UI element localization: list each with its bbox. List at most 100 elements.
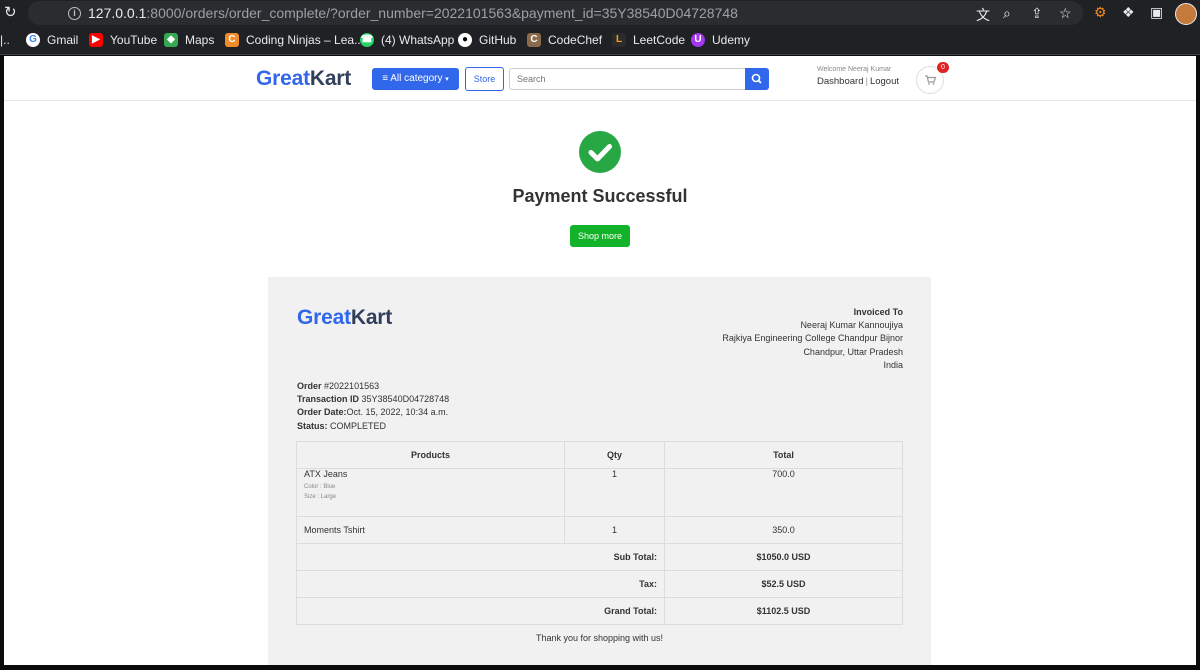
transaction-id: 35Y38540D04728748 [361, 394, 450, 405]
order-status: COMPLETED [330, 420, 387, 431]
cart-count-badge: 0 [937, 62, 949, 73]
grand-total-label: Grand Total: [296, 597, 665, 625]
subtotal-value: $1050.0 USD [664, 543, 903, 571]
bookmark-label: YouTube [110, 33, 158, 47]
column-header-products: Products [296, 441, 565, 469]
whatsapp-icon: ☎ [360, 33, 374, 47]
total-cell: 700.0 [664, 468, 903, 517]
status-label: Status: [297, 420, 328, 431]
table-row: Moments Tshirt 1 350.0 [296, 516, 903, 544]
search-button[interactable] [745, 68, 769, 90]
search-icon [751, 73, 762, 84]
link-separator: | [865, 76, 868, 87]
bookmark-label: Maps [185, 33, 215, 47]
address-line: Rajkiya Engineering College Chandpur Bij… [722, 333, 903, 344]
logout-link[interactable]: Logout [870, 76, 899, 87]
tax-value: $52.5 USD [664, 570, 903, 598]
caret-down-icon: ▾ [445, 76, 449, 83]
product-name: ATX Jeans [304, 469, 348, 479]
subtotal-label: Sub Total: [296, 543, 665, 571]
bookmark-label: GitHub [479, 33, 517, 47]
bookmark-label: Gmail [47, 33, 79, 47]
total-cell: 350.0 [664, 516, 903, 544]
bookmark-leetcode[interactable]: L LeetCode [612, 33, 685, 47]
codechef-icon: C [527, 33, 541, 47]
bookmark-label: Coding Ninjas – Lea... [246, 33, 365, 47]
bookmarks-bar: |.. G Gmail ▶ YouTube ◆ Maps C Coding Ninjas… [0, 28, 1200, 55]
order-label: Order [297, 381, 322, 391]
address-line: India [883, 359, 903, 370]
table-row: ATX Jeans Color : Blue Size : Large 1 70… [296, 468, 903, 517]
url-text[interactable]: 127.0.0.1:8000/orders/order_complete/?or… [88, 5, 738, 21]
order-number: #2022101563 [324, 381, 380, 391]
side-panel-icon[interactable]: ▣ [1150, 4, 1163, 21]
address-bar[interactable]: i 127.0.0.1:8000/orders/order_complete/?… [28, 1, 1083, 25]
product-size: Size : Large [304, 494, 337, 500]
invoice-logo: GreatKart [297, 306, 392, 330]
dashboard-link[interactable]: Dashboard [817, 76, 863, 87]
page-content: GreatKart ≡ All category ▾ Store Welcome… [4, 56, 1196, 665]
logo-part-1: Great [256, 67, 310, 90]
invoiced-to-heading: Invoiced To [853, 307, 903, 317]
site-info-icon[interactable]: i [68, 7, 81, 20]
translate-icon[interactable]: 文 [976, 5, 990, 25]
tax-label: Tax: [296, 570, 665, 598]
qty-cell: 1 [564, 468, 665, 517]
youtube-icon: ▶ [89, 33, 103, 47]
bookmark-label: Udemy [712, 33, 751, 47]
bookmark-overflow[interactable]: |.. [0, 33, 10, 47]
bookmark-label: CodeChef [548, 33, 603, 47]
transaction-row: Transaction ID 35Y38540D04728748 [297, 393, 449, 406]
bookmark-label: LeetCode [633, 33, 686, 47]
shop-more-button[interactable]: Shop more [570, 225, 630, 247]
bookmark-github[interactable]: ● GitHub [458, 33, 516, 47]
logo-part-1: Great [297, 306, 351, 329]
bookmark-whatsapp[interactable]: ☎ (4) WhatsApp [360, 33, 454, 47]
all-category-button[interactable]: ≡ All category ▾ [372, 68, 459, 90]
menu-icon: ≡ [382, 73, 389, 84]
zoom-icon[interactable]: ⌕ [1003, 5, 1011, 22]
maps-icon: ◆ [164, 33, 178, 47]
subtotal-row: Sub Total: $1050.0 USD [296, 543, 903, 571]
url-path: :8000/orders/order_complete/?order_numbe… [146, 5, 738, 21]
bookmark-gmail[interactable]: G Gmail [26, 33, 78, 47]
tax-row: Tax: $52.5 USD [296, 570, 903, 598]
udemy-icon: U [691, 33, 705, 47]
product-color: Color : Blue [304, 484, 336, 490]
bookmark-label: (4) WhatsApp [381, 33, 455, 47]
column-header-qty: Qty [564, 441, 665, 469]
logo-part-2: Kart [350, 306, 393, 329]
gmail-icon: G [26, 33, 40, 47]
search-input[interactable] [509, 68, 753, 90]
table-header-row: Products Qty Total [296, 441, 903, 469]
cookie-extension-icon[interactable]: ⚙ [1094, 4, 1107, 21]
site-logo[interactable]: GreatKart [256, 67, 351, 91]
bookmark-maps[interactable]: ◆ Maps [164, 33, 214, 47]
address-line: Neeraj Kumar Kannoujiya [800, 320, 903, 331]
order-date: Oct. 15, 2022, 10:34 a.m. [346, 407, 449, 418]
browser-toolbar: ↻ i 127.0.0.1:8000/orders/order_complete… [0, 0, 1200, 28]
invoice-table: Products Qty Total ATX Jeans Color : Blu… [296, 441, 903, 625]
product-cell: ATX Jeans Color : Blue Size : Large [296, 468, 565, 517]
share-icon[interactable]: ⇪ [1031, 5, 1043, 22]
reload-icon[interactable]: ↻ [4, 3, 17, 21]
success-check-icon [579, 131, 621, 173]
invoiced-to-block: Invoiced To Neeraj Kumar Kannoujiya Rajk… [722, 306, 903, 372]
profile-avatar[interactable] [1175, 3, 1197, 25]
grand-total-value: $1102.5 USD [664, 597, 903, 625]
address-line: Chandpur, Uttar Pradesh [803, 346, 903, 357]
bookmark-udemy[interactable]: U Udemy [691, 33, 750, 47]
url-host: 127.0.0.1 [88, 5, 147, 21]
qty-cell: 1 [564, 516, 665, 544]
user-links: Dashboard | Logout [817, 76, 899, 87]
transaction-label: Transaction ID [297, 394, 360, 405]
bookmark-star-icon[interactable]: ☆ [1059, 5, 1072, 22]
extensions-puzzle-icon[interactable]: ❖ [1122, 4, 1135, 21]
bookmark-youtube[interactable]: ▶ YouTube [89, 33, 157, 47]
bookmark-codechef[interactable]: C CodeChef [527, 33, 602, 47]
bookmark-coding-ninjas[interactable]: C Coding Ninjas – Lea... [225, 33, 364, 47]
payment-status-title: Payment Successful [512, 186, 688, 206]
status-row: Status: COMPLETED [297, 420, 449, 433]
store-button[interactable]: Store [465, 67, 504, 91]
order-number-row: Order #2022101563 [297, 380, 449, 393]
